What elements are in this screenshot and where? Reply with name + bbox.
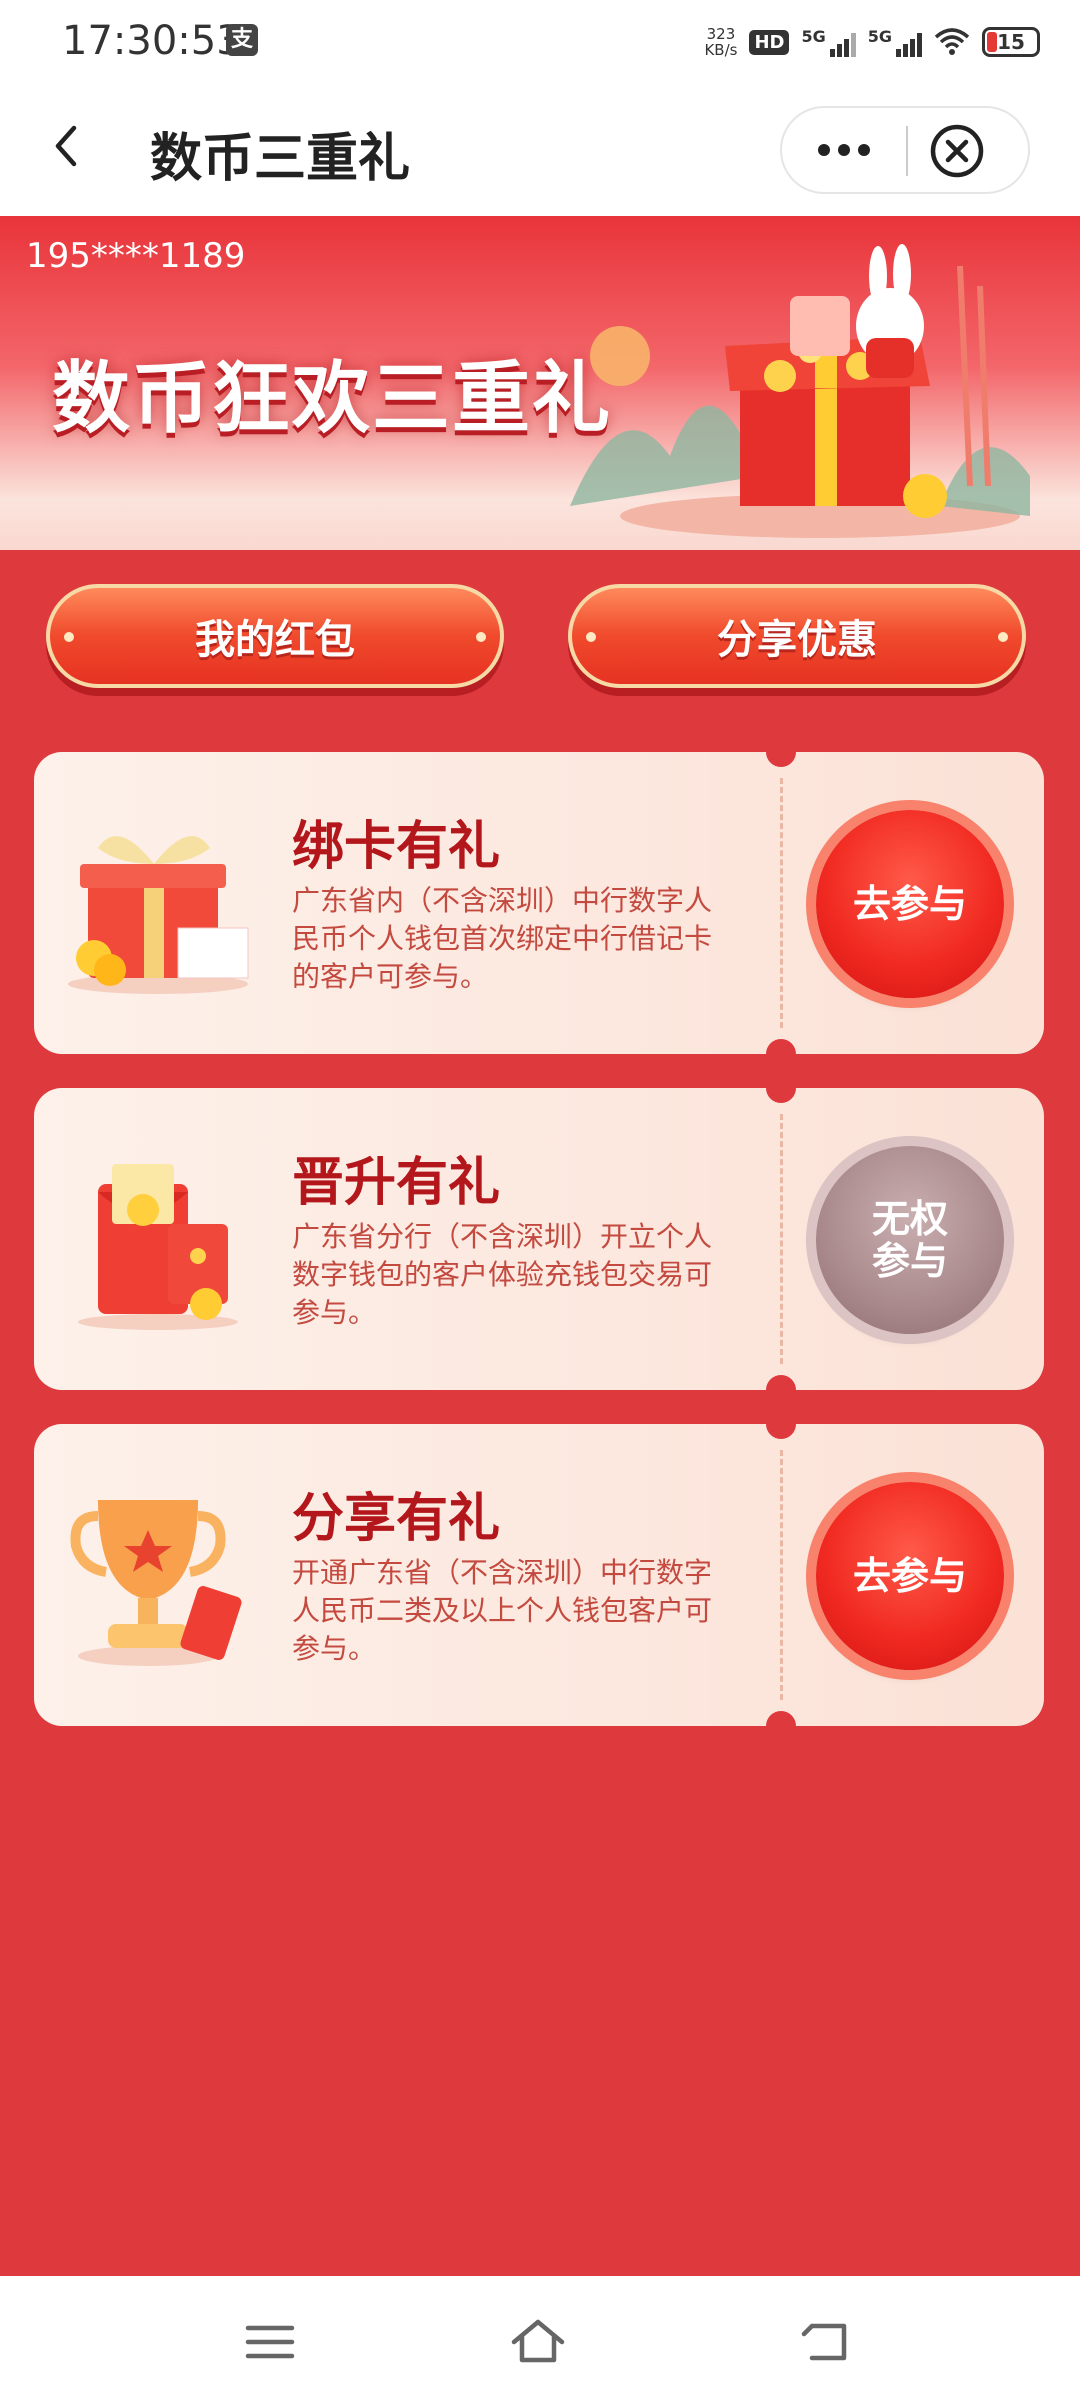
wifi-icon [934, 28, 970, 55]
home-icon[interactable] [508, 2312, 568, 2372]
back-arrow-icon[interactable] [38, 116, 98, 176]
trophy-icon [70, 1500, 242, 1666]
back-icon[interactable] [796, 2312, 856, 2372]
join-button-label: 去参与 [852, 1554, 967, 1598]
no-access-button[interactable]: 无权 参与 [816, 1146, 1004, 1334]
status-time: 17:30:53 [62, 18, 242, 64]
more-dots-icon[interactable] [782, 108, 906, 192]
capsule-divider [906, 126, 908, 176]
card-title: 绑卡有礼 [292, 817, 501, 877]
battery-level: 15 [997, 30, 1025, 54]
my-red-packet-button[interactable]: 我的红包 [46, 584, 504, 688]
banner-title: 数币狂欢三重礼 [52, 354, 613, 444]
hd-icon: HD [749, 29, 790, 55]
share-reward-card: 分享有礼 开通广东省（不含深圳）中行数字人民币二类及以上个人钱包客户可参与。 去… [34, 1409, 1044, 1741]
no-access-label: 无权 参与 [872, 1198, 948, 1282]
close-circle-icon[interactable] [928, 122, 986, 180]
join-button-label: 去参与 [852, 882, 967, 926]
no-access-label-line2: 参与 [871, 1239, 948, 1283]
card-title: 分享有礼 [292, 1489, 501, 1549]
promo-banner: 195****1189 数币狂欢三重礼 [0, 216, 1080, 550]
status-bar: 17:30:53 支 323 KB/s HD 5G 5G 15 [0, 0, 1080, 86]
system-nav-bar [0, 2276, 1080, 2408]
card-title: 晋升有礼 [292, 1153, 501, 1213]
menu-icon[interactable] [240, 2312, 300, 2372]
upgrade-reward-card: 晋升有礼 广东省分行（不含深圳）开立个人数字钱包的客户体验充钱包交易可参与。 无… [34, 1073, 1044, 1405]
mini-program-nav: 数币三重礼 [0, 86, 1080, 216]
signal-icon: 5G [868, 27, 922, 57]
main-content: 195****1189 数币狂欢三重礼 我的红包 分享优惠 绑卡有礼 广东省内（… [0, 216, 1080, 2276]
signal-icon: 5G [801, 27, 856, 57]
my-red-packet-label: 我的红包 [195, 617, 355, 663]
alipay-icon: 支 [226, 24, 258, 56]
no-access-label-line1: 无权 [871, 1197, 948, 1241]
gift-illustration [570, 244, 1030, 538]
status-indicators: 323 KB/s HD 5G 5G 15 [704, 22, 1040, 62]
share-deal-label: 分享优惠 [717, 617, 877, 663]
battery-icon: 15 [982, 27, 1040, 57]
join-button[interactable]: 去参与 [816, 810, 1004, 998]
card-description: 开通广东省（不含深圳）中行数字人民币二类及以上个人钱包客户可参与。 [292, 1556, 713, 1665]
network-speed-unit: KB/s [704, 41, 738, 59]
share-deal-button[interactable]: 分享优惠 [568, 584, 1026, 688]
signal-label: 5G [801, 27, 826, 46]
red-envelope-icon [78, 1164, 238, 1330]
network-speed-value: 323 [706, 25, 736, 43]
join-button[interactable]: 去参与 [816, 1482, 1004, 1670]
bind-card-reward-card: 绑卡有礼 广东省内（不含深圳）中行数字人民币个人钱包首次绑定中行借记卡的客户可参… [34, 737, 1044, 1069]
capsule-menu [780, 106, 1030, 194]
masked-phone: 195****1189 [26, 236, 246, 276]
signal-label: 5G [867, 27, 892, 46]
gift-box-icon [68, 836, 249, 994]
page-title: 数币三重礼 [150, 129, 411, 189]
card-description: 广东省分行（不含深圳）开立个人数字钱包的客户体验充钱包交易可参与。 [292, 1220, 713, 1329]
card-description: 广东省内（不含深圳）中行数字人民币个人钱包首次绑定中行借记卡的客户可参与。 [292, 884, 713, 993]
network-speed: 323 KB/s [704, 26, 737, 58]
